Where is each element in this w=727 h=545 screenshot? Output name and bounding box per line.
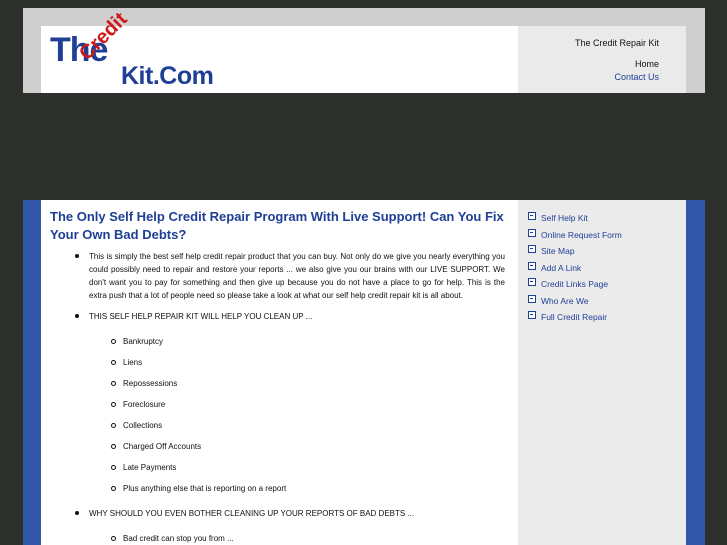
sidebar-item-full-credit-repair[interactable]: Full Credit Repair [528,309,622,326]
sidebar: Self Help Kit Online Request Form Site M… [518,200,686,545]
list-item: Late Payments [89,457,505,478]
sidebar-item-site-map[interactable]: Site Map [528,243,622,260]
sidebar-link[interactable]: Site Map [541,246,575,256]
arrow-icon [528,261,536,270]
list-item: Bad credit can stop you from ... [89,528,505,545]
arrow-icon [528,245,536,253]
content-frame-left [23,200,41,545]
arrow-icon [528,228,536,237]
sidebar-item-self-help-kit[interactable]: Self Help Kit [528,210,622,227]
arrow-icon [528,294,536,303]
list-item: Collections [89,415,505,436]
list-item: Plus anything else that is reporting on … [89,478,505,499]
nav-home-link[interactable]: Home [614,58,659,71]
sidebar-links: Self Help Kit Online Request Form Site M… [528,210,622,326]
content-frame-right [686,200,705,545]
intro-bullet: This is simply the best self help credit… [41,250,511,302]
sidebar-item-online-request-form[interactable]: Online Request Form [528,227,622,244]
cleanup-bullet: THIS SELF HELP REPAIR KIT WILL HELP YOU … [41,310,511,499]
header-nav-panel: The Credit Repair Kit Home Contact Us [518,26,686,93]
cleanup-heading: THIS SELF HELP REPAIR KIT WILL HELP YOU … [89,312,313,321]
intro-paragraph: This is simply the best self help credit… [89,252,505,300]
arrow-icon [528,311,536,319]
list-item: Charged Off Accounts [89,436,505,457]
arrow-icon [528,212,536,220]
list-item: Liens [89,352,505,373]
logo-box: The Credit Kit.Com [41,8,518,93]
main-content: The Only Self Help Credit Repair Program… [41,200,518,545]
nav-contact-link[interactable]: Contact Us [614,71,659,84]
sidebar-link[interactable]: Self Help Kit [541,213,588,223]
arrow-icon [528,278,536,286]
sidebar-link[interactable]: Add A Link [541,263,581,273]
list-item: Bankruptcy [89,331,505,352]
top-nav: Home Contact Us [614,58,659,84]
logo-kit-com: Kit.Com [121,62,214,90]
page-title: The Only Self Help Credit Repair Program… [50,209,504,242]
why-bullet: WHY SHOULD YOU EVEN BOTHER CLEANING UP Y… [41,507,511,545]
why-list: Bad credit can stop you from ... [89,528,505,545]
why-heading: WHY SHOULD YOU EVEN BOTHER CLEANING UP Y… [89,509,415,518]
sidebar-item-who-are-we[interactable]: Who Are We [528,293,622,310]
list-item: Repossessions [89,373,505,394]
list-item: Foreclosure [89,394,505,415]
sidebar-link[interactable]: Online Request Form [541,230,622,240]
cleanup-list: Bankruptcy Liens Repossessions Foreclosu… [89,331,505,499]
site-name: The Credit Repair Kit [574,38,659,48]
sidebar-link[interactable]: Who Are We [541,296,589,306]
sidebar-link[interactable]: Full Credit Repair [541,312,607,322]
sidebar-link[interactable]: Credit Links Page [541,279,608,289]
main-bullet-list: This is simply the best self help credit… [41,250,511,545]
site-logo[interactable]: The Credit Kit.Com [50,8,225,92]
sidebar-item-credit-links-page[interactable]: Credit Links Page [528,276,622,293]
sidebar-item-add-a-link[interactable]: Add A Link [528,260,622,277]
